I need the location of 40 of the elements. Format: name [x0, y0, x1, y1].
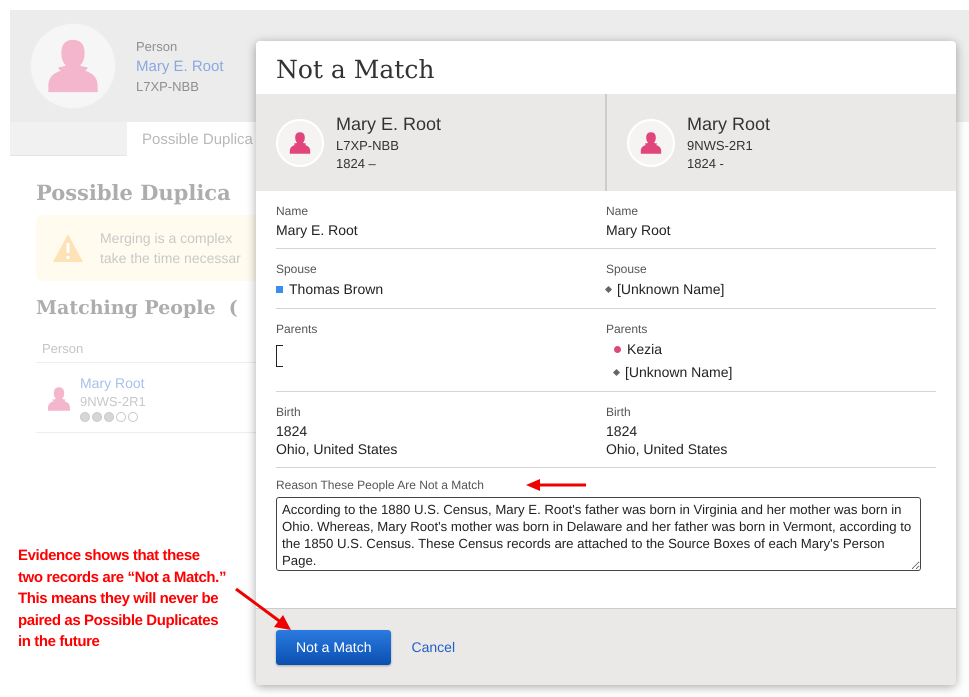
person-name: Mary E. Root: [336, 114, 442, 135]
field-label: Name: [276, 204, 310, 218]
person-name: Mary Root: [687, 114, 770, 135]
field-label: Birth: [606, 405, 632, 419]
arrow: [526, 479, 588, 491]
person-name: Kezia: [627, 340, 662, 359]
field-label: Parents: [276, 322, 318, 336]
column-header: Person: [36, 341, 256, 363]
person-icon: [46, 386, 72, 412]
dialog-title: Not a Match: [275, 54, 436, 86]
field-label: Reason These People Are Not a Match: [276, 478, 484, 492]
field-value: 1824 Ohio, United States: [276, 422, 398, 458]
reason-field[interactable]: According to the 1880 U.S. Census, Mary E. Root's father was born in Virginia and her mother was born in Ohio. Whereas, Mary Root's mother was born in Delaware and her father was born in Vermont, according to the 1850 U.S. Census. These Census records are attached to the Source Boxes of each Mary's Person Page.: [276, 497, 921, 571]
person-icon: [639, 130, 663, 154]
person-name: Thomas Brown: [289, 280, 384, 299]
bracket-icon: [276, 345, 283, 367]
arrow: [234, 587, 292, 631]
field-label: Parents: [606, 322, 648, 336]
person-name: [Unknown Name]: [625, 363, 732, 382]
person-id: L7XP-NBB: [336, 138, 400, 153]
person-icon: [288, 130, 312, 154]
field-label: Spouse: [276, 262, 318, 276]
person-dates: 1824 -: [687, 156, 725, 171]
person-label: Person: [136, 38, 178, 54]
annotation-text: Evidence shows that these two records are “Not a Match.” This means they will never be paired as Possible Duplicates in the future: [18, 546, 226, 652]
page-heading: Possible Duplica: [36, 180, 232, 205]
person-dates: 1824 –: [336, 156, 377, 171]
field-label: Name: [606, 204, 640, 218]
person-id: L7XP-NBB: [136, 78, 200, 94]
person-name: [Unknown Name]: [617, 280, 724, 299]
warning-icon: [52, 233, 84, 263]
field-value: 1824 Ohio, United States: [606, 422, 728, 458]
section-heading: Matching People (: [36, 297, 238, 319]
field-label: Spouse: [606, 262, 648, 276]
field-label: Birth: [276, 405, 302, 419]
field-value: Mary E. Root: [276, 221, 359, 239]
not-a-match-button[interactable]: Not a Match: [276, 630, 392, 664]
field-value: Mary Root: [606, 221, 672, 239]
cancel-link[interactable]: Cancel: [411, 639, 456, 655]
person-id: 9NWS-2R1: [687, 138, 754, 153]
